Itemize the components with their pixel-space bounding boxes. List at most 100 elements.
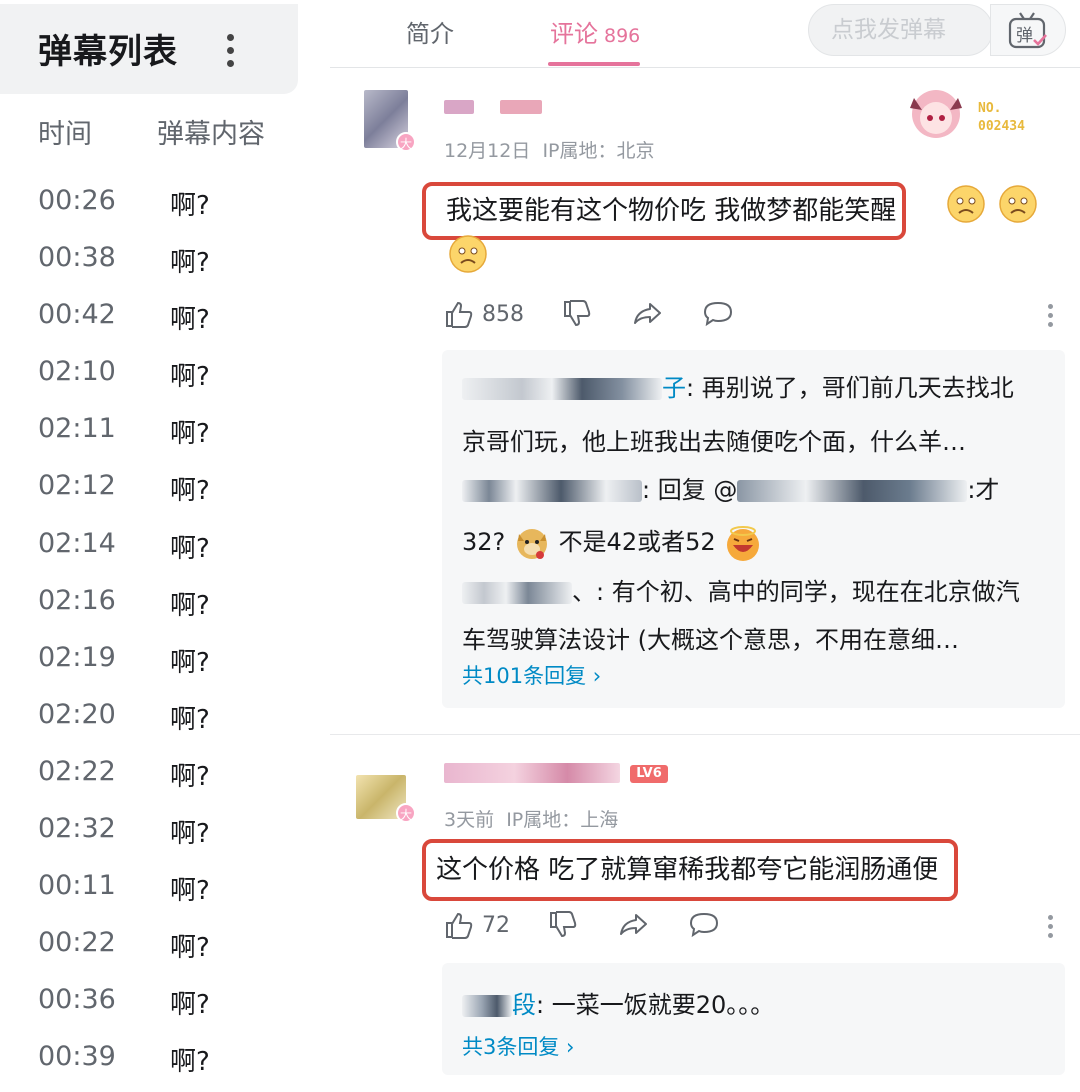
- reply-text: : 再别说了，哥们前几天去找北: [686, 374, 1014, 402]
- danmaku-text: 啊?: [170, 590, 210, 621]
- view-all-replies-link[interactable]: 共3条回复 ›: [462, 1031, 574, 1061]
- like-count: 858: [482, 301, 524, 327]
- tab-comments[interactable]: 评论 896: [550, 14, 640, 49]
- svg-text:NO.: NO.: [978, 101, 1001, 116]
- reply-button[interactable]: [688, 907, 720, 943]
- reply-item[interactable]: 子: 再别说了，哥们前几天去找北: [462, 368, 1014, 403]
- tab-comments-label: 评论: [550, 20, 598, 48]
- danmaku-row[interactable]: 00:11 啊?: [0, 860, 300, 917]
- tab-intro[interactable]: 简介: [406, 14, 454, 49]
- reply-item[interactable]: 段: 一菜一饭就要20。。。: [462, 985, 774, 1020]
- reply-button[interactable]: [702, 296, 734, 332]
- danmaku-time: 00:36: [38, 984, 116, 1016]
- danmaku-row[interactable]: 02:12 啊?: [0, 460, 300, 517]
- share-icon: [634, 303, 661, 324]
- comment-bubble-icon: [703, 301, 733, 327]
- more-options-icon[interactable]: [222, 32, 238, 72]
- danmaku-text: 啊?: [170, 305, 210, 336]
- comment-date: 3天前: [444, 809, 495, 831]
- column-header-time: 时间: [38, 119, 92, 150]
- reply-text-part: 32?: [462, 528, 506, 556]
- level-badge: LV6: [630, 765, 668, 783]
- danmaku-time: 00:38: [38, 242, 116, 274]
- reply-item[interactable]: 、: 有个初、高中的同学，现在在北京做汽: [462, 572, 1020, 607]
- reply-text-part: 不是42或者52: [558, 528, 716, 556]
- danmaku-row[interactable]: 00:38 啊?: [0, 232, 300, 289]
- like-count: 72: [482, 912, 510, 938]
- danmaku-time: 00:22: [38, 927, 116, 959]
- reply-username-suffix: 段: [512, 991, 536, 1019]
- thumbs-down-icon: [550, 911, 577, 938]
- username-blurred[interactable]: [444, 100, 474, 114]
- tab-bar: 简介 评论 896 点我发弹幕 弹: [330, 0, 1080, 68]
- share-button[interactable]: [632, 296, 664, 332]
- danmaku-list-title: 弹幕列表: [38, 32, 178, 72]
- danmaku-text: 啊?: [170, 248, 210, 279]
- share-button[interactable]: [618, 907, 650, 943]
- column-header-content: 弹幕内容: [157, 119, 265, 150]
- highlighted-comment-text: 我这要能有这个物价吃 我做梦都能笑醒: [422, 182, 907, 240]
- danmaku-time: 00:11: [38, 870, 116, 902]
- ip-location: IP属地：上海: [506, 809, 619, 831]
- like-button[interactable]: 72: [444, 907, 510, 943]
- danmaku-row[interactable]: 00:42 啊?: [0, 289, 300, 346]
- danmaku-row[interactable]: 02:10 啊?: [0, 346, 300, 403]
- comments-count: 896: [604, 25, 641, 47]
- danmaku-row[interactable]: 02:11 啊?: [0, 403, 300, 460]
- danmaku-text: 啊?: [170, 533, 210, 564]
- danmaku-rows: 00:26 啊? 00:38 啊? 00:42 啊? 02:10 啊? 02:11 啊? …: [0, 175, 300, 1089]
- active-tab-indicator: [548, 62, 640, 66]
- danmaku-time: 02:14: [38, 527, 116, 559]
- ip-location: IP属地：北京: [542, 140, 655, 162]
- danmaku-text: 啊?: [170, 476, 210, 507]
- like-button[interactable]: 858: [444, 296, 524, 332]
- danmaku-time: 02:10: [38, 356, 116, 388]
- laughing-emoji-icon: [727, 526, 760, 561]
- vip-badge: 大: [396, 803, 416, 823]
- comment-more-icon[interactable]: [1042, 302, 1058, 332]
- danmaku-row[interactable]: 02:19 啊?: [0, 632, 300, 689]
- danmaku-settings-button[interactable]: 弹: [990, 4, 1066, 56]
- danmaku-row[interactable]: 02:14 啊?: [0, 518, 300, 575]
- mention-username-blurred: [737, 480, 968, 502]
- dislike-button[interactable]: [548, 907, 578, 943]
- danmaku-time: 02:16: [38, 584, 116, 616]
- reply-preview-box: 段: 一菜一饭就要20。。。 共3条回复 ›: [442, 963, 1065, 1075]
- danmaku-list-panel: 弹幕列表 时间 弹幕内容 00:26 啊? 00:38 啊? 00:42 啊? 02:…: [0, 0, 300, 1092]
- danmaku-text: 啊?: [170, 191, 210, 221]
- danmaku-time: 00:39: [38, 1041, 116, 1073]
- danmaku-row[interactable]: 02:20 啊?: [0, 689, 300, 746]
- fan-badge-icon: NO. 002434: [910, 90, 1025, 138]
- danmaku-row[interactable]: 00:36 啊?: [0, 974, 300, 1031]
- comment-bubble-icon: [689, 912, 719, 938]
- comment-item: 大 LV6 3天前 IP属地：上海 这个价格 吃了就算窜稀我都夸它能润肠通便 7…: [330, 737, 1080, 1092]
- svg-text:002434: 002434: [978, 119, 1025, 134]
- avatar[interactable]: 大: [356, 771, 416, 829]
- danmaku-row[interactable]: 02:32 啊?: [0, 803, 300, 860]
- danmaku-row[interactable]: 02:22 啊?: [0, 746, 300, 803]
- reply-item[interactable]: : 回复 @:才: [462, 470, 999, 505]
- reply-preview-box: 子: 再别说了，哥们前几天去找北 京哥们玩，他上班我出去随便吃个面，什么羊… :…: [442, 350, 1065, 708]
- view-all-replies-link[interactable]: 共101条回复 ›: [462, 660, 601, 690]
- reply-text-continued: 京哥们玩，他上班我出去随便吃个面，什么羊…: [462, 428, 966, 456]
- username-blurred[interactable]: [500, 100, 542, 114]
- comment-content: 这个价格 吃了就算窜稀我都夸它能润肠通便: [436, 855, 939, 885]
- danmaku-row[interactable]: 00:39 啊?: [0, 1031, 300, 1088]
- username-blurred[interactable]: [444, 763, 620, 783]
- avatar[interactable]: 大: [356, 90, 416, 152]
- reply-text: : 回复 @: [642, 476, 738, 504]
- danmaku-time: 00:42: [38, 299, 116, 331]
- comment-more-icon[interactable]: [1042, 913, 1058, 943]
- thumbs-up-icon: [446, 301, 473, 328]
- dislike-button[interactable]: [562, 296, 592, 332]
- danmaku-text: 啊?: [170, 990, 210, 1021]
- reply-text-continued: 32? 不是42或者52: [462, 522, 763, 563]
- danmaku-text: 啊?: [170, 761, 210, 792]
- danmaku-input[interactable]: 点我发弹幕: [808, 4, 993, 56]
- thumbs-up-icon: [446, 912, 473, 939]
- danmaku-row[interactable]: 00:22 啊?: [0, 917, 300, 974]
- danmaku-text: 啊?: [170, 1047, 210, 1078]
- danmaku-row[interactable]: 00:26 啊?: [0, 175, 300, 232]
- danmaku-row[interactable]: 02:16 啊?: [0, 575, 300, 632]
- danmaku-time: 02:32: [38, 813, 116, 845]
